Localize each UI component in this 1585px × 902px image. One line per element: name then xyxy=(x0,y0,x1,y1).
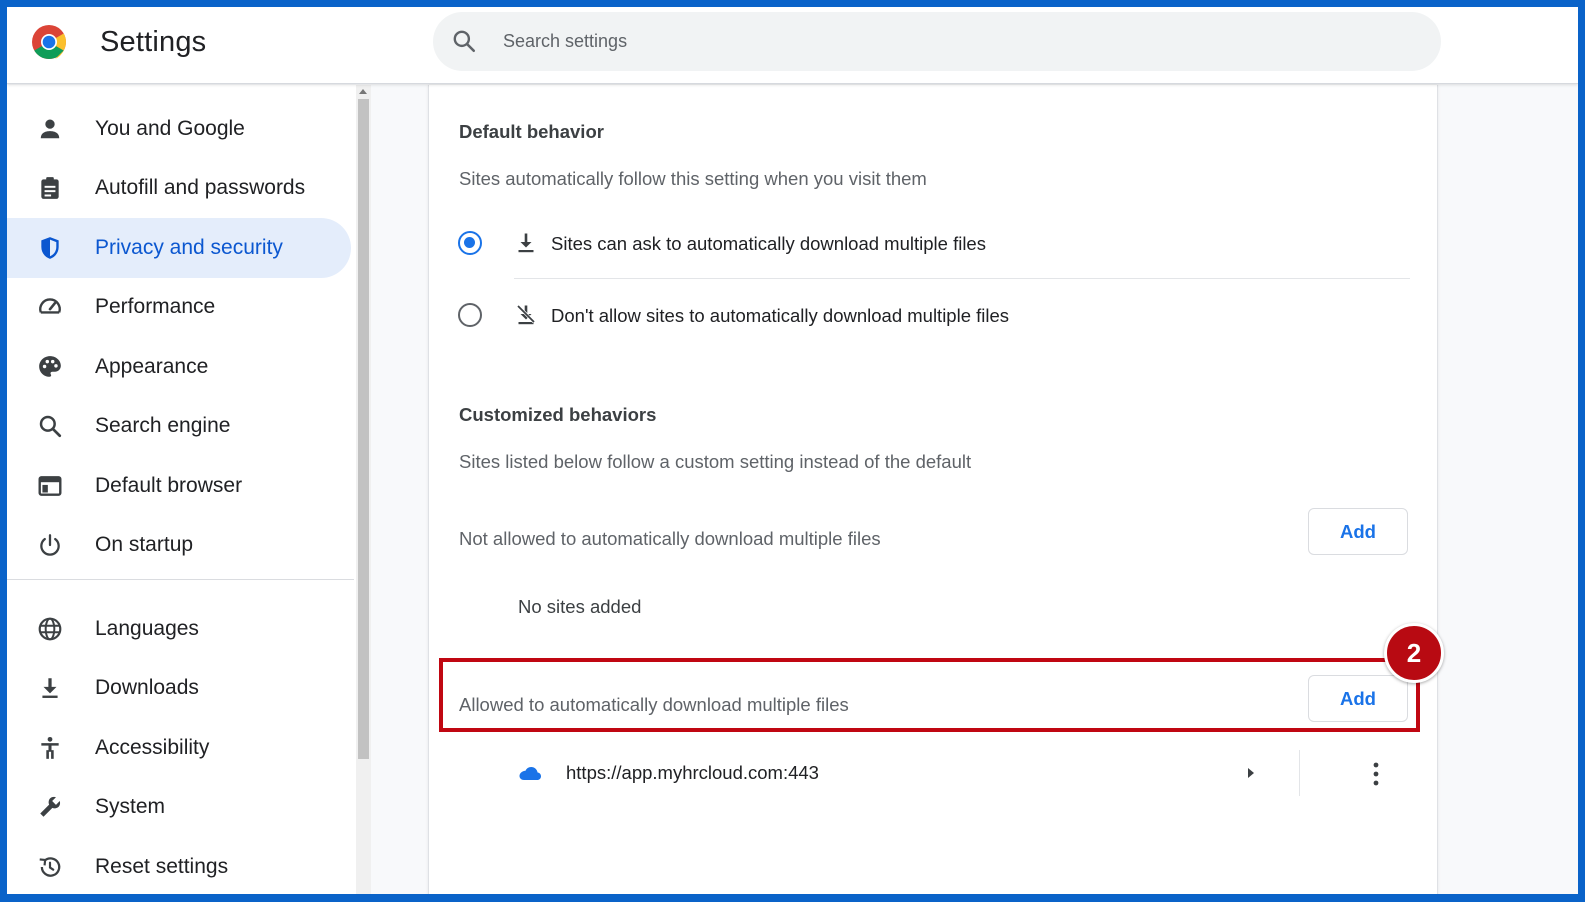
search-input[interactable] xyxy=(501,21,1401,61)
sidebar-item-system[interactable]: System xyxy=(7,777,351,837)
radio-allow-ask[interactable] xyxy=(458,231,482,255)
sidebar-scrollbar[interactable] xyxy=(356,85,371,899)
sidebar-item-appearance[interactable]: Appearance xyxy=(7,337,351,397)
default-behavior-description: Sites automatically follow this setting … xyxy=(459,168,927,189)
person-icon xyxy=(36,115,64,143)
sidebar-item-languages[interactable]: Languages xyxy=(7,599,351,659)
sidebar-item-default-browser[interactable]: Default browser xyxy=(7,456,351,516)
sidebar-item-label: Performance xyxy=(95,295,216,318)
power-icon xyxy=(36,531,64,559)
download-off-icon xyxy=(516,304,536,325)
clipboard-icon xyxy=(36,174,64,202)
sidebar-item-performance[interactable]: Performance xyxy=(7,277,351,337)
app-frame: Settings You and Google Autofill and pas… xyxy=(0,0,1585,902)
option-allow-ask-label[interactable]: Sites can ask to automatically download … xyxy=(551,233,986,255)
download-icon xyxy=(36,674,64,702)
sidebar-item-label: Autofill and passwords xyxy=(95,176,306,199)
customized-behaviors-description: Sites listed below follow a custom setti… xyxy=(459,451,972,472)
expand-arrow-icon[interactable] xyxy=(1245,765,1257,781)
sidebar-item-on-startup[interactable]: On startup xyxy=(7,515,351,575)
accessibility-icon xyxy=(36,734,64,762)
scrollbar-thumb[interactable] xyxy=(358,99,369,759)
sidebar-item-label: Privacy and security xyxy=(95,236,283,259)
sidebar-item-downloads[interactable]: Downloads xyxy=(7,658,351,718)
site-url[interactable]: https://app.myhrcloud.com:443 xyxy=(566,762,819,784)
step-number-badge: 2 xyxy=(1384,623,1444,683)
page-title: Settings xyxy=(100,26,207,58)
sidebar-item-label: Reset settings xyxy=(95,855,229,878)
sidebar-item-label: Languages xyxy=(95,617,199,640)
option-dont-allow-label[interactable]: Don't allow sites to automatically downl… xyxy=(551,305,1009,327)
sidebar-item-you-and-google[interactable]: You and Google xyxy=(7,99,351,159)
radio-dont-allow[interactable] xyxy=(458,303,482,327)
site-row-divider xyxy=(1299,750,1300,796)
wrench-icon xyxy=(36,793,64,821)
more-vert-icon[interactable] xyxy=(1366,761,1386,787)
browser-window-icon xyxy=(36,472,64,500)
default-behavior-title: Default behavior xyxy=(459,121,604,142)
sidebar-item-privacy-and-security[interactable]: Privacy and security xyxy=(7,218,351,278)
chrome-logo-icon xyxy=(32,25,66,59)
sidebar-item-reset-settings[interactable]: Reset settings xyxy=(7,837,351,894)
content-card: Default behavior Sites automatically fol… xyxy=(428,85,1438,894)
scroll-up-arrow-icon[interactable] xyxy=(359,89,367,94)
option-divider xyxy=(514,278,1410,279)
speedometer-icon xyxy=(36,293,64,321)
allowed-list-label: Allowed to automatically download multip… xyxy=(459,694,849,715)
sidebar-item-label: System xyxy=(95,795,166,818)
cloud-icon xyxy=(519,767,541,780)
sidebar-item-label: Default browser xyxy=(95,474,243,497)
sidebar-item-autofill[interactable]: Autofill and passwords xyxy=(7,158,351,218)
sidebar-item-accessibility[interactable]: Accessibility xyxy=(7,718,351,778)
sidebar-item-label: Appearance xyxy=(95,355,209,378)
customized-behaviors-title: Customized behaviors xyxy=(459,404,657,425)
search-icon xyxy=(36,412,64,440)
no-sites-added-text: No sites added xyxy=(518,596,642,617)
download-icon xyxy=(518,233,534,253)
sidebar-item-label: On startup xyxy=(95,533,194,556)
sidebar-item-label: Downloads xyxy=(95,676,199,699)
not-allowed-list-label: Not allowed to automatically download mu… xyxy=(459,528,881,549)
sidebar-item-label: Accessibility xyxy=(95,736,210,759)
palette-icon xyxy=(36,353,64,381)
header: Settings xyxy=(7,7,1578,84)
history-icon xyxy=(36,853,64,881)
sidebar-item-label: You and Google xyxy=(95,117,245,140)
add-not-allowed-button[interactable]: Add xyxy=(1308,508,1408,555)
search-icon xyxy=(453,30,476,53)
globe-icon xyxy=(36,615,64,643)
sidebar-item-label: Search engine xyxy=(95,414,231,437)
scroll-down-arrow-icon[interactable] xyxy=(359,894,367,899)
add-allowed-button[interactable]: Add xyxy=(1308,675,1408,722)
sidebar-item-search-engine[interactable]: Search engine xyxy=(7,396,351,456)
shield-icon xyxy=(36,234,64,262)
search-bar[interactable] xyxy=(433,12,1441,71)
sidebar-divider xyxy=(7,579,354,580)
sidebar: You and Google Autofill and passwords Pr… xyxy=(7,85,356,894)
